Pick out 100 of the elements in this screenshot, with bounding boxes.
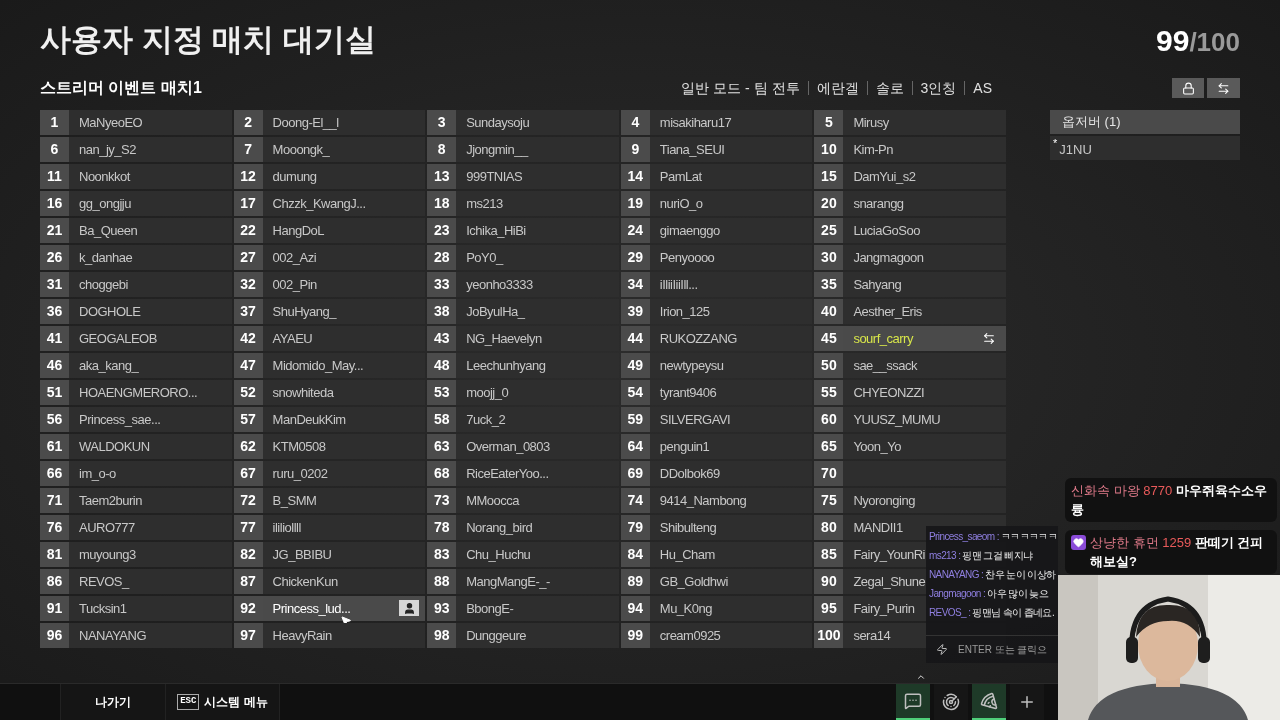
player-slot[interactable]: 74 9414_Nambong <box>620 488 813 513</box>
player-slot[interactable]: 9 Tiana_SEUI <box>620 137 813 162</box>
player-slot[interactable]: 41 GEOGALEOB <box>40 326 232 351</box>
player-slot[interactable]: 17 Chzzk_KwangJ... <box>233 191 426 216</box>
lock-button[interactable] <box>1172 78 1204 98</box>
player-slot[interactable]: 23 Ichika_HiBi <box>427 218 619 243</box>
observer-slot[interactable]: *J1NU <box>1050 136 1240 160</box>
player-slot[interactable]: 47 Midomido_May... <box>233 353 426 378</box>
player-slot[interactable]: 53 moojj_0 <box>427 380 619 405</box>
player-slot[interactable]: 58 7uck_2 <box>427 407 619 432</box>
player-slot[interactable]: 91 Tucksin1 <box>40 596 232 621</box>
player-slot[interactable]: 96 NANAYANG <box>40 623 232 648</box>
player-slot[interactable]: 44 RUKOZZANG <box>620 326 813 351</box>
toolbar-button[interactable] <box>972 684 1006 720</box>
swap-icon[interactable] <box>982 332 996 345</box>
player-slot[interactable]: 26 k_danhae <box>40 245 232 270</box>
player-slot[interactable]: 86 REVOS_ <box>40 569 232 594</box>
player-slot[interactable]: 72 B_SMM <box>233 488 426 513</box>
player-slot[interactable]: 77 ililiollll <box>233 515 426 540</box>
player-slot[interactable]: 88 MangMangE-_- <box>427 569 619 594</box>
player-slot[interactable]: 28 PoY0_ <box>427 245 619 270</box>
player-slot[interactable]: 15 DamYui_s2 <box>814 164 1006 189</box>
player-slot[interactable]: 6 nan_jy_S2 <box>40 137 232 162</box>
player-slot[interactable]: 37 ShuHyang_ <box>233 299 426 324</box>
player-slot[interactable]: 29 Penyoooo <box>620 245 813 270</box>
player-slot[interactable]: 52 snowhiteda <box>233 380 426 405</box>
player-slot[interactable]: 45 sourf_carry <box>814 326 1006 351</box>
player-slot[interactable]: 83 Chu_Huchu <box>427 542 619 567</box>
player-slot[interactable]: 10 Kim-Pn <box>814 137 1006 162</box>
player-slot[interactable]: 84 Hu_Cham <box>620 542 813 567</box>
player-slot[interactable]: 61 WALDOKUN <box>40 434 232 459</box>
player-slot[interactable]: 20 snarangg <box>814 191 1006 216</box>
player-slot[interactable]: 63 Overman_0803 <box>427 434 619 459</box>
player-slot[interactable]: 78 Norang_bird <box>427 515 619 540</box>
player-slot[interactable]: 49 newtypeysu <box>620 353 813 378</box>
player-slot[interactable]: 89 GB_Goldhwi <box>620 569 813 594</box>
player-slot[interactable]: 76 AURO777 <box>40 515 232 540</box>
player-slot[interactable]: 73 MMoocca <box>427 488 619 513</box>
player-slot[interactable]: 50 sae__ssack <box>814 353 1006 378</box>
exit-button[interactable]: 나가기 <box>60 684 166 720</box>
player-slot[interactable]: 65 Yoon_Yo <box>814 434 1006 459</box>
player-slot[interactable]: 4 misakiharu17 <box>620 110 813 135</box>
player-slot[interactable]: 3 Sundaysoju <box>427 110 619 135</box>
player-slot[interactable]: 39 Irion_125 <box>620 299 813 324</box>
player-slot[interactable]: 46 aka_kang_ <box>40 353 232 378</box>
player-slot[interactable]: 31 choggebi <box>40 272 232 297</box>
player-slot[interactable]: 2 Doong-El__l <box>233 110 426 135</box>
toolbar-button[interactable] <box>1010 684 1044 720</box>
player-slot[interactable]: 67 ruru_0202 <box>233 461 426 486</box>
player-slot[interactable]: 34 iIliiIiiIll... <box>620 272 813 297</box>
system-menu-button[interactable]: ESC 시스템 메뉴 <box>166 684 280 720</box>
player-slot[interactable]: 82 JG_BBIBU <box>233 542 426 567</box>
player-slot[interactable]: 7 Mooongk_ <box>233 137 426 162</box>
player-slot[interactable]: 12 dumung <box>233 164 426 189</box>
toolbar-button[interactable] <box>934 684 968 720</box>
player-slot[interactable]: 71 Taem2burin <box>40 488 232 513</box>
player-slot[interactable]: 1 MaNyeoEO <box>40 110 232 135</box>
player-slot[interactable]: 62 KTM0508 <box>233 434 426 459</box>
player-slot[interactable]: 21 Ba_Queen <box>40 218 232 243</box>
player-slot[interactable]: 54 tyrant9406 <box>620 380 813 405</box>
player-slot[interactable]: 55 CHYEONZZI <box>814 380 1006 405</box>
player-slot[interactable]: 14 PamLat <box>620 164 813 189</box>
player-slot[interactable]: 70 <box>814 461 1006 486</box>
player-slot[interactable]: 5 Mirusy <box>814 110 1006 135</box>
player-slot[interactable]: 19 nuriO_o <box>620 191 813 216</box>
player-slot[interactable]: 97 HeavyRain <box>233 623 426 648</box>
player-slot[interactable]: 8 Jjongmin__ <box>427 137 619 162</box>
player-slot[interactable]: 32 002_Pin <box>233 272 426 297</box>
player-slot[interactable]: 98 Dunggeure <box>427 623 619 648</box>
player-slot[interactable]: 30 Jangmagoon <box>814 245 1006 270</box>
player-slot[interactable]: 59 SILVERGAVI <box>620 407 813 432</box>
player-slot[interactable]: 11 Noonkkot <box>40 164 232 189</box>
player-slot[interactable]: 22 HangDoL <box>233 218 426 243</box>
player-slot[interactable]: 40 Aesther_Eris <box>814 299 1006 324</box>
player-slot[interactable]: 79 Shibulteng <box>620 515 813 540</box>
player-slot[interactable]: 51 HOAENGMERORO... <box>40 380 232 405</box>
player-slot[interactable]: 68 RiceEaterYoo... <box>427 461 619 486</box>
player-slot[interactable]: 93 BbongE- <box>427 596 619 621</box>
player-slot[interactable]: 43 NG_Haevelyn <box>427 326 619 351</box>
player-slot[interactable]: 81 muyoung3 <box>40 542 232 567</box>
player-slot[interactable]: 18 ms213 <box>427 191 619 216</box>
player-slot[interactable]: 66 im_o-o <box>40 461 232 486</box>
swap-button[interactable] <box>1207 78 1240 98</box>
player-slot[interactable]: 27 002_Azi <box>233 245 426 270</box>
player-slot[interactable]: 99 cream0925 <box>620 623 813 648</box>
player-slot[interactable]: 24 gimaenggo <box>620 218 813 243</box>
player-slot[interactable]: 92 Princess_lud... <box>233 596 426 621</box>
player-slot[interactable]: 16 gg_ongjju <box>40 191 232 216</box>
player-slot[interactable]: 56 Princess_sae... <box>40 407 232 432</box>
player-slot[interactable]: 64 penguin1 <box>620 434 813 459</box>
profile-button[interactable] <box>399 600 420 616</box>
player-slot[interactable]: 13 999TNIAS <box>427 164 619 189</box>
player-slot[interactable]: 60 YUUSZ_MUMU <box>814 407 1006 432</box>
player-slot[interactable]: 33 yeonho3333 <box>427 272 619 297</box>
player-slot[interactable]: 57 ManDeukKim <box>233 407 426 432</box>
player-slot[interactable]: 87 ChickenKun <box>233 569 426 594</box>
player-slot[interactable]: 38 JoByulHa_ <box>427 299 619 324</box>
player-slot[interactable]: 25 LuciaGoSoo <box>814 218 1006 243</box>
player-slot[interactable]: 69 DDolbok69 <box>620 461 813 486</box>
player-slot[interactable]: 35 Sahyang <box>814 272 1006 297</box>
